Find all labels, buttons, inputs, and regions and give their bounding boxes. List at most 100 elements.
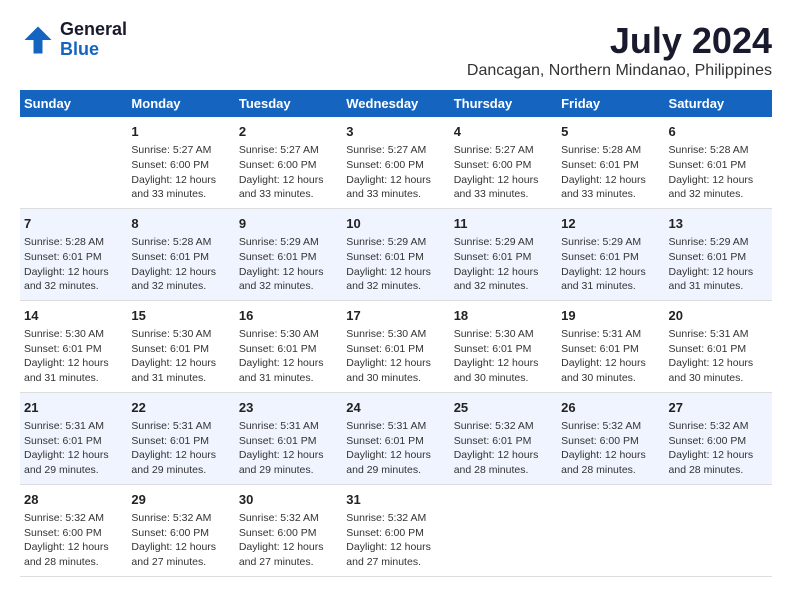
day-number: 7 [24,215,123,233]
day-info: Sunrise: 5:27 AMSunset: 6:00 PMDaylight:… [131,143,230,202]
calendar-cell: 10Sunrise: 5:29 AMSunset: 6:01 PMDayligh… [342,208,449,300]
main-title: July 2024 [467,20,772,62]
day-info: Sunrise: 5:27 AMSunset: 6:00 PMDaylight:… [346,143,445,202]
day-number: 8 [131,215,230,233]
day-info: Sunrise: 5:32 AMSunset: 6:00 PMDaylight:… [24,511,123,570]
day-number: 20 [669,307,768,325]
calendar-cell: 23 Sunrise: 5:31 AMSunset: 6:01 PMDayligh… [235,392,342,484]
day-number: 26 [561,399,660,417]
calendar-cell: 20 Sunrise: 5:31 AMSunset: 6:01 PMDayligh… [665,300,772,392]
day-number: 28 [24,491,123,509]
subtitle: Dancagan, Northern Mindanao, Philippines [467,62,772,80]
day-number: 16 [239,307,338,325]
calendar-cell: 24 Sunrise: 5:31 AMSunset: 6:01 PMDayligh… [342,392,449,484]
day-number: 14 [24,307,123,325]
calendar-cell: 9 Sunrise: 5:29 AMSunset: 6:01 PMDaylight… [235,208,342,300]
day-number: 30 [239,491,338,509]
day-info: Sunrise: 5:32 AMSunset: 6:00 PMDaylight:… [131,511,230,570]
calendar-cell: 15 Sunrise: 5:30 AMSunset: 6:01 PMDayligh… [127,300,234,392]
header: General Blue July 2024 Dancagan, Norther… [20,20,772,80]
day-info: Sunrise: 5:32 AMSunset: 6:00 PMDaylight:… [561,419,660,478]
day-info: Sunrise: 5:30 AMSunset: 6:01 PMDaylight:… [24,327,123,386]
day-number: 12 [561,215,660,233]
calendar-table: SundayMondayTuesdayWednesdayThursdayFrid… [20,90,772,577]
day-info: Sunrise: 5:32 AMSunset: 6:01 PMDaylight:… [454,419,553,478]
day-info: Sunrise: 5:31 AMSunset: 6:01 PMDaylight:… [131,419,230,478]
calendar-cell: 13 Sunrise: 5:29 AMSunset: 6:01 PMDayligh… [665,208,772,300]
week-row-5: 28 Sunrise: 5:32 AMSunset: 6:00 PMDayligh… [20,484,772,576]
day-number: 11 [454,215,553,233]
day-number: 2 [239,123,338,141]
day-info: Sunrise: 5:29 AMSunset: 6:01 PMDaylight:… [669,235,768,294]
calendar-cell: 12 Sunrise: 5:29 AMSunset: 6:01 PMDayligh… [557,208,664,300]
day-number: 13 [669,215,768,233]
day-info: Sunrise: 5:30 AMSunset: 6:01 PMDaylight:… [131,327,230,386]
day-info: Sunrise: 5:30 AMSunset: 6:01 PMDaylight:… [239,327,338,386]
day-info: Sunrise: 5:27 AMSunset: 6:00 PMDaylight:… [454,143,553,202]
calendar-cell: 31 Sunrise: 5:32 AMSunset: 6:00 PMDayligh… [342,484,449,576]
calendar-cell: 4 Sunrise: 5:27 AMSunset: 6:00 PMDaylight… [450,117,557,208]
calendar-cell: 6 Sunrise: 5:28 AMSunset: 6:01 PMDaylight… [665,117,772,208]
weekday-header-wednesday: Wednesday [342,90,449,117]
week-row-4: 21 Sunrise: 5:31 AMSunset: 6:01 PMDayligh… [20,392,772,484]
calendar-cell [557,484,664,576]
day-info: Sunrise: 5:28 AMSunset: 6:01 PMDaylight:… [669,143,768,202]
day-number: 6 [669,123,768,141]
day-number: 9 [239,215,338,233]
logo: General Blue [20,20,127,60]
calendar-cell: 11 Sunrise: 5:29 AMSunset: 6:01 PMDayligh… [450,208,557,300]
calendar-cell: 14 Sunrise: 5:30 AMSunset: 6:01 PMDayligh… [20,300,127,392]
logo-icon [20,22,56,58]
calendar-cell: 18 Sunrise: 5:30 AMSunset: 6:01 PMDayligh… [450,300,557,392]
day-info: Sunrise: 5:28 AMSunset: 6:01 PMDaylight:… [561,143,660,202]
day-info: Sunrise: 5:31 AMSunset: 6:01 PMDaylight:… [24,419,123,478]
logo-text-line2: Blue [60,40,127,60]
calendar-cell: 8Sunrise: 5:28 AMSunset: 6:01 PMDaylight… [127,208,234,300]
day-number: 24 [346,399,445,417]
day-info: Sunrise: 5:29 AMSunset: 6:01 PMDaylight:… [454,235,553,294]
week-row-1: 1Sunrise: 5:27 AMSunset: 6:00 PMDaylight… [20,117,772,208]
day-number: 23 [239,399,338,417]
day-info: Sunrise: 5:31 AMSunset: 6:01 PMDaylight:… [561,327,660,386]
day-number: 25 [454,399,553,417]
week-row-2: 7 Sunrise: 5:28 AMSunset: 6:01 PMDaylight… [20,208,772,300]
day-number: 27 [669,399,768,417]
weekday-header-thursday: Thursday [450,90,557,117]
day-number: 17 [346,307,445,325]
day-info: Sunrise: 5:28 AMSunset: 6:01 PMDaylight:… [24,235,123,294]
day-info: Sunrise: 5:27 AMSunset: 6:00 PMDaylight:… [239,143,338,202]
day-info: Sunrise: 5:31 AMSunset: 6:01 PMDaylight:… [669,327,768,386]
day-info: Sunrise: 5:29 AMSunset: 6:01 PMDaylight:… [239,235,338,294]
day-number: 15 [131,307,230,325]
day-number: 4 [454,123,553,141]
calendar-cell: 28 Sunrise: 5:32 AMSunset: 6:00 PMDayligh… [20,484,127,576]
day-number: 19 [561,307,660,325]
day-info: Sunrise: 5:29 AMSunset: 6:01 PMDaylight:… [346,235,445,294]
calendar-cell: 2 Sunrise: 5:27 AMSunset: 6:00 PMDaylight… [235,117,342,208]
calendar-cell: 21 Sunrise: 5:31 AMSunset: 6:01 PMDayligh… [20,392,127,484]
day-number: 18 [454,307,553,325]
day-number: 5 [561,123,660,141]
day-info: Sunrise: 5:29 AMSunset: 6:01 PMDaylight:… [561,235,660,294]
day-info: Sunrise: 5:32 AMSunset: 6:00 PMDaylight:… [346,511,445,570]
day-number: 29 [131,491,230,509]
day-info: Sunrise: 5:31 AMSunset: 6:01 PMDaylight:… [239,419,338,478]
day-info: Sunrise: 5:30 AMSunset: 6:01 PMDaylight:… [454,327,553,386]
weekday-header-saturday: Saturday [665,90,772,117]
weekday-header-tuesday: Tuesday [235,90,342,117]
calendar-cell [665,484,772,576]
calendar-cell: 19 Sunrise: 5:31 AMSunset: 6:01 PMDayligh… [557,300,664,392]
day-info: Sunrise: 5:31 AMSunset: 6:01 PMDaylight:… [346,419,445,478]
calendar-cell: 25 Sunrise: 5:32 AMSunset: 6:01 PMDayligh… [450,392,557,484]
calendar-cell: 1Sunrise: 5:27 AMSunset: 6:00 PMDaylight… [127,117,234,208]
calendar-cell: 30Sunrise: 5:32 AMSunset: 6:00 PMDayligh… [235,484,342,576]
title-section: July 2024 Dancagan, Northern Mindanao, P… [467,20,772,80]
day-number: 31 [346,491,445,509]
day-number: 3 [346,123,445,141]
calendar-cell: 26 Sunrise: 5:32 AMSunset: 6:00 PMDayligh… [557,392,664,484]
weekday-header-friday: Friday [557,90,664,117]
calendar-cell: 7 Sunrise: 5:28 AMSunset: 6:01 PMDaylight… [20,208,127,300]
calendar-cell: 29 Sunrise: 5:32 AMSunset: 6:00 PMDayligh… [127,484,234,576]
day-number: 21 [24,399,123,417]
day-info: Sunrise: 5:30 AMSunset: 6:01 PMDaylight:… [346,327,445,386]
